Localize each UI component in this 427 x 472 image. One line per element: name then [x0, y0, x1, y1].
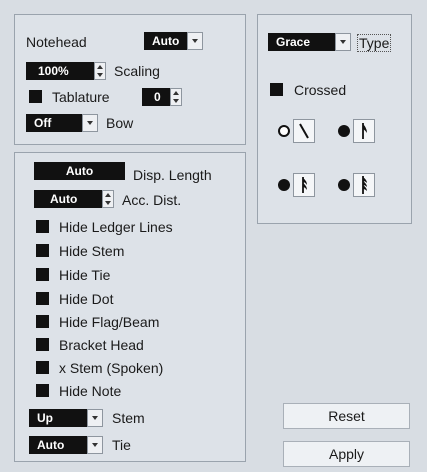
notehead-dropdown-value: Auto: [152, 34, 180, 48]
hide-ledger-lines-label: Hide Ledger Lines: [59, 219, 173, 235]
bow-dropdown[interactable]: Off: [26, 114, 98, 132]
chevron-down-icon[interactable]: [87, 409, 103, 427]
grace-flag-radio[interactable]: [338, 125, 350, 137]
hide-stem-label: Hide Stem: [59, 243, 125, 259]
notehead-label: Notehead: [26, 34, 87, 50]
disp-length-field[interactable]: Auto: [34, 162, 125, 180]
grace-triple-flag-button[interactable]: [353, 173, 375, 197]
scaling-spinner[interactable]: 100%: [26, 62, 106, 80]
hide-tie-label: Hide Tie: [59, 267, 111, 283]
grace-slash-icon: [299, 123, 309, 139]
grace-flag-button[interactable]: [353, 119, 375, 143]
tablature-spinner[interactable]: 0: [142, 88, 182, 106]
grace-double-flag-button[interactable]: [293, 173, 315, 197]
scaling-label: Scaling: [114, 63, 160, 79]
grace-double-flag-radio[interactable]: [278, 179, 290, 191]
tie-dropdown[interactable]: Auto: [29, 436, 103, 454]
tie-label: Tie: [112, 437, 131, 453]
chevron-down-icon[interactable]: [82, 114, 98, 132]
grace-slash-button[interactable]: [293, 119, 315, 143]
x-stem-spoken-checkbox[interactable]: [36, 361, 49, 374]
tie-dropdown-value: Auto: [37, 438, 65, 452]
hide-note-label: Hide Note: [59, 383, 122, 399]
grace-triple-flag-radio[interactable]: [338, 179, 350, 191]
hide-note-checkbox[interactable]: [36, 384, 49, 397]
crossed-label: Crossed: [294, 82, 347, 98]
stem-dropdown[interactable]: Up: [29, 409, 103, 427]
bracket-head-label: Bracket Head: [59, 337, 144, 353]
acc-dist-value: Auto: [50, 192, 78, 206]
scaling-value: 100%: [38, 64, 69, 78]
bow-dropdown-value: Off: [34, 116, 52, 130]
disp-length-value: Auto: [65, 164, 94, 178]
apply-button[interactable]: Apply: [283, 441, 410, 467]
chevron-down-icon[interactable]: [187, 32, 203, 50]
grace-triple-flag-icon: [362, 176, 367, 194]
spin-arrows-icon[interactable]: [170, 88, 182, 106]
hide-dot-label: Hide Dot: [59, 291, 114, 307]
spin-arrows-icon[interactable]: [94, 62, 106, 80]
grace-double-flag-icon: [302, 177, 307, 193]
chevron-down-icon[interactable]: [335, 33, 351, 51]
grace-slash-radio[interactable]: [278, 125, 290, 137]
hide-flag-beam-label: Hide Flag/Beam: [59, 314, 160, 330]
acc-dist-label: Acc. Dist.: [122, 192, 182, 208]
hide-tie-checkbox[interactable]: [36, 268, 49, 281]
bow-label: Bow: [106, 115, 134, 131]
hide-stem-checkbox[interactable]: [36, 244, 49, 257]
grace-flag-icon: [362, 123, 367, 139]
reset-button[interactable]: Reset: [283, 403, 410, 429]
tablature-value: 0: [154, 90, 161, 104]
stem-dropdown-value: Up: [37, 411, 53, 425]
stem-label: Stem: [112, 410, 145, 426]
acc-dist-spinner[interactable]: Auto: [34, 190, 114, 208]
hide-ledger-lines-checkbox[interactable]: [36, 220, 49, 233]
grace-type-dropdown[interactable]: Grace: [268, 33, 351, 51]
hide-dot-checkbox[interactable]: [36, 292, 49, 305]
chevron-down-icon[interactable]: [87, 436, 103, 454]
spin-arrows-icon[interactable]: [102, 190, 114, 208]
notehead-dropdown[interactable]: Auto: [144, 32, 203, 50]
grace-type-value: Grace: [276, 35, 311, 49]
tablature-checkbox[interactable]: [29, 90, 42, 103]
tablature-label: Tablature: [52, 89, 110, 105]
crossed-checkbox[interactable]: [270, 83, 283, 96]
disp-length-label: Disp. Length: [133, 167, 212, 183]
bracket-head-checkbox[interactable]: [36, 338, 49, 351]
x-stem-spoken-label: x Stem (Spoken): [59, 360, 164, 376]
hide-flag-beam-checkbox[interactable]: [36, 315, 49, 328]
type-label: Type: [357, 34, 392, 52]
